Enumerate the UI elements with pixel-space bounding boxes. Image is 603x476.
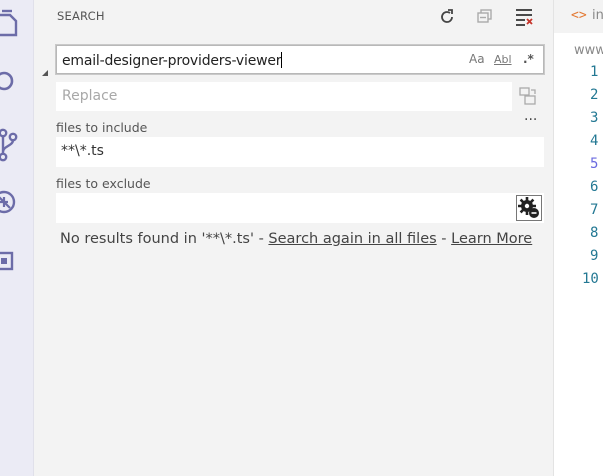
search-icon [0, 71, 14, 91]
extensions-icon [0, 251, 14, 271]
whole-word-toggle[interactable]: Abl [494, 53, 512, 66]
no-results-text: No results found in '**\*.ts' - [60, 231, 269, 247]
exclude-label: files to exclude [56, 176, 151, 191]
refresh-button[interactable] [436, 6, 458, 28]
match-case-toggle[interactable]: Aa [469, 52, 485, 66]
debug-icon [0, 190, 16, 214]
code-file-icon: <> [571, 8, 587, 23]
clear-results-button[interactable] [513, 6, 535, 28]
extensions-activity[interactable] [0, 240, 33, 284]
line-number: 9 [590, 248, 599, 264]
regex-toggle[interactable]: .* [523, 52, 534, 66]
line-number: 8 [590, 225, 599, 241]
line-number: 5 [590, 156, 599, 172]
more-options-toggle[interactable]: ... [524, 108, 537, 124]
line-number: 10 [582, 271, 599, 287]
line-number: 3 [590, 110, 599, 126]
line-number: 2 [590, 87, 599, 103]
replace-input[interactable]: Replace [56, 82, 512, 111]
text-caret [281, 52, 283, 68]
debug-activity[interactable] [0, 180, 33, 224]
exclude-input[interactable] [56, 193, 544, 223]
refresh-icon [441, 9, 453, 23]
editor-tab[interactable]: <> in [554, 0, 603, 33]
include-label: files to include [56, 120, 148, 135]
editor-area: <> in www 1 2 3 4 5 6 7 8 9 10 [553, 0, 603, 476]
learn-more-link[interactable]: Learn More [451, 231, 532, 247]
line-number: 4 [590, 133, 599, 149]
line-number: 7 [590, 202, 599, 218]
search-activity[interactable] [0, 60, 33, 104]
files-icon [0, 9, 18, 37]
activity-bar [0, 0, 34, 476]
include-input[interactable]: **\*.ts [56, 137, 544, 167]
line-number: 1 [590, 64, 599, 80]
toggle-replace-icon[interactable] [41, 69, 49, 77]
search-sidebar: SEARCH email-designer-providers-viewer A… [34, 0, 552, 476]
collapse-all-icon [477, 9, 492, 23]
collapse-all-button[interactable] [474, 6, 496, 28]
clear-results-icon [516, 9, 533, 26]
search-again-link[interactable]: Search again in all files [268, 231, 436, 247]
explorer-activity[interactable] [0, 2, 33, 46]
include-input-value: **\*.ts [61, 143, 104, 159]
message-separator: - [436, 231, 452, 247]
replace-all-icon[interactable] [518, 86, 538, 106]
source-control-activity[interactable] [0, 120, 33, 164]
search-input[interactable]: email-designer-providers-viewer Aa Abl .… [55, 44, 545, 75]
line-number: 6 [590, 179, 599, 195]
use-exclude-settings-icon[interactable] [516, 195, 542, 221]
breadcrumb[interactable]: www [574, 43, 603, 58]
replace-placeholder: Replace [62, 88, 118, 104]
sidebar-title: SEARCH [57, 9, 105, 23]
tab-label: in [592, 8, 603, 23]
no-results-message: No results found in '**\*.ts' - Search a… [60, 231, 532, 247]
source-control-icon [0, 128, 18, 162]
search-input-value: email-designer-providers-viewer [62, 53, 282, 69]
